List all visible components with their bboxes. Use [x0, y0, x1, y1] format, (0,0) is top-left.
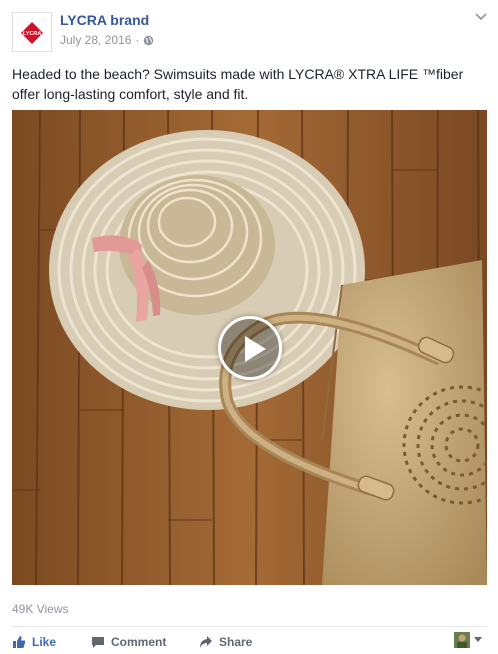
- post-meta: July 28, 2016 ·: [60, 33, 154, 47]
- play-button[interactable]: [218, 316, 282, 380]
- like-label: Like: [32, 635, 57, 649]
- comment-label: Comment: [111, 635, 167, 649]
- globe-icon[interactable]: [143, 35, 154, 46]
- viewer-avatar[interactable]: [454, 632, 470, 648]
- share-label: Share: [219, 635, 253, 649]
- post-text-line: Headed to the beach? Swimsuits made with…: [12, 66, 464, 82]
- post-text-line: offer long-lasting comfort, style and fi…: [12, 86, 249, 102]
- comment-button[interactable]: Comment: [91, 633, 166, 651]
- share-icon: [200, 636, 212, 648]
- caret-down-icon[interactable]: [474, 637, 482, 643]
- page-name-link[interactable]: LYCRA brand: [60, 12, 149, 28]
- post-date[interactable]: July 28, 2016: [60, 33, 131, 47]
- thumbs-up-icon: [13, 636, 26, 648]
- view-count: 49K Views: [12, 602, 69, 616]
- play-icon: [245, 336, 266, 362]
- video-player[interactable]: [12, 110, 487, 585]
- post-text: Headed to the beach? Swimsuits made with…: [12, 64, 482, 104]
- divider: [12, 626, 487, 627]
- lycra-logo: LYCRA: [21, 22, 43, 44]
- meta-separator: ·: [135, 33, 140, 47]
- like-button[interactable]: Like: [12, 633, 56, 651]
- facebook-post: LYCRA LYCRA brand July 28, 2016 · Headed…: [0, 0, 498, 654]
- page-avatar[interactable]: LYCRA: [12, 12, 52, 52]
- svg-text:LYCRA: LYCRA: [23, 31, 42, 37]
- share-button[interactable]: Share: [199, 633, 252, 651]
- chevron-down-icon[interactable]: [474, 12, 488, 22]
- comment-icon: [92, 637, 104, 648]
